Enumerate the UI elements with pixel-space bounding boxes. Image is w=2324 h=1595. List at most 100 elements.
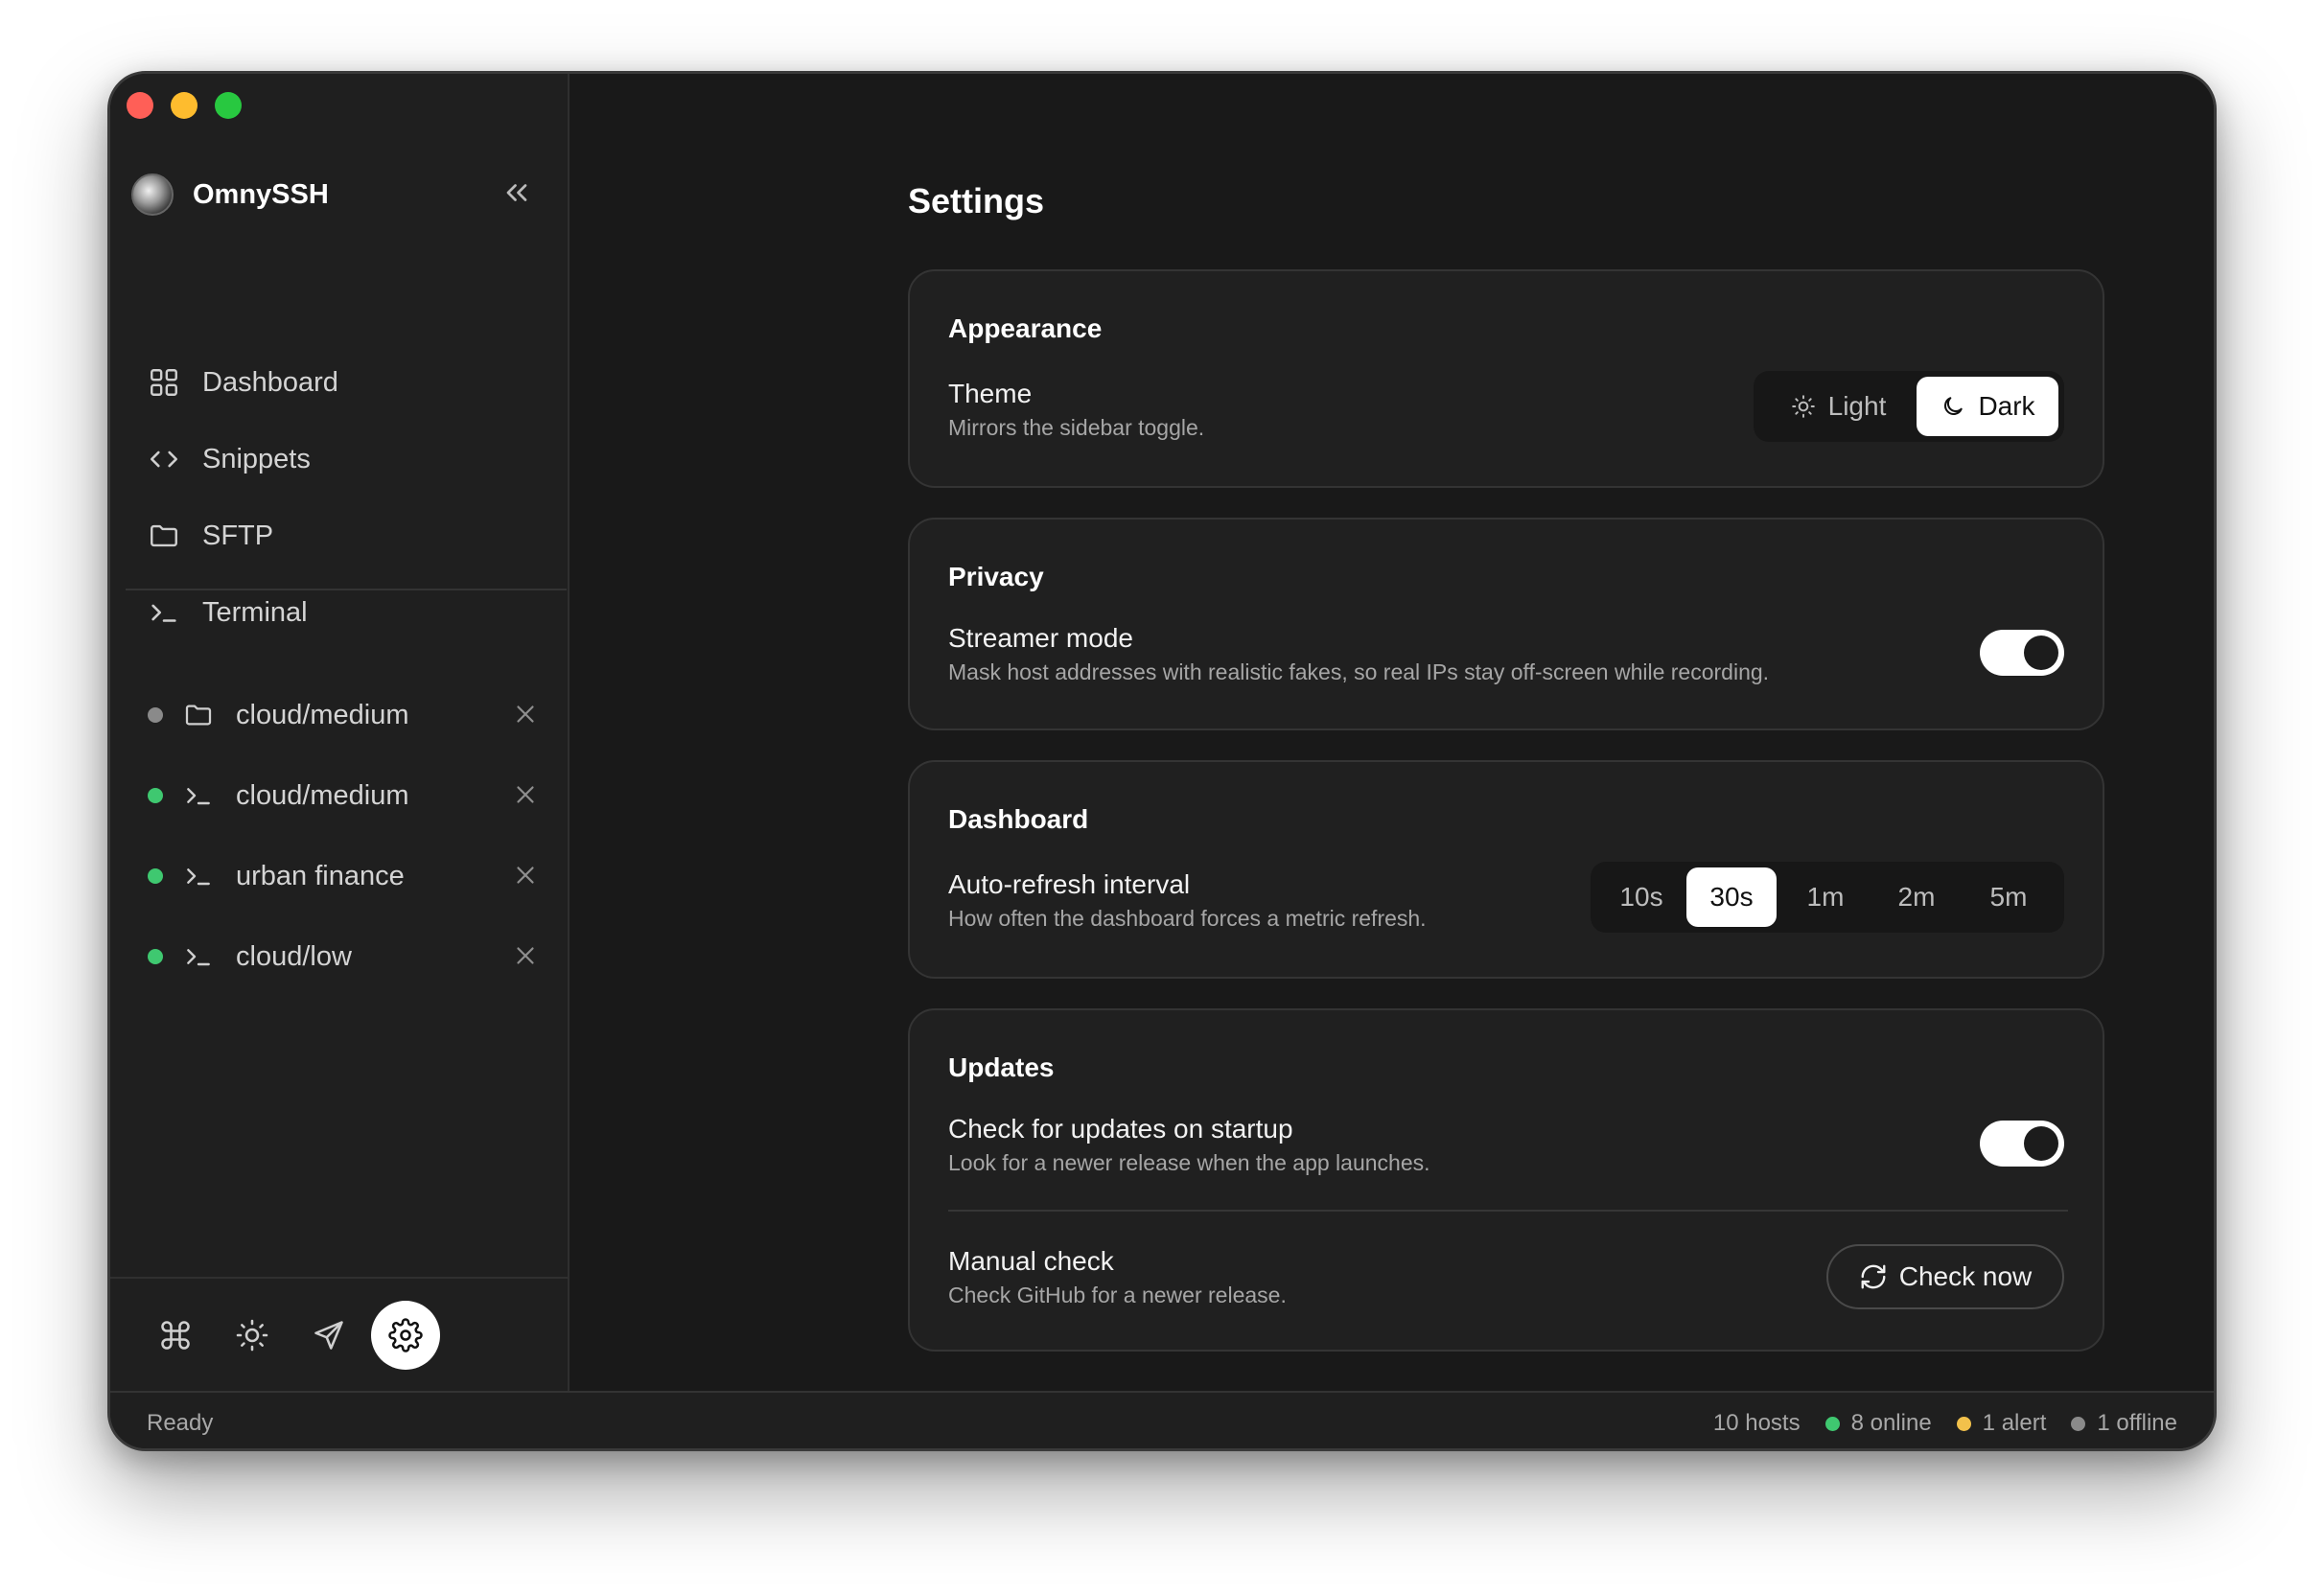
offline-dot [2071, 1416, 2086, 1431]
row-divider [948, 1210, 2068, 1212]
close-window-button[interactable] [127, 92, 153, 119]
send-icon[interactable] [294, 1301, 363, 1370]
host-stats: 10 hosts 8 online 1 alert 1 offline [1688, 1410, 2177, 1437]
interval-option[interactable]: 1m [1777, 867, 1874, 927]
session-label: cloud/low [236, 940, 352, 972]
sidebar-item-snippets[interactable]: Snippets [131, 421, 549, 497]
terminal-icon [182, 779, 215, 812]
zoom-window-button[interactable] [215, 92, 242, 119]
terminal-icon [147, 595, 181, 630]
settings-main: Settings Appearance Theme Mirrors the si… [569, 74, 2214, 1391]
theme-dark-label: Dark [1978, 391, 2035, 421]
status-bar: Ready 10 hosts 8 online 1 alert 1 offlin… [110, 1391, 2214, 1448]
session-list: cloud/medium cloud/medium urban finance … [131, 675, 549, 997]
toggle-knob [2024, 636, 2058, 670]
manual-check-description: Check GitHub for a newer release. [948, 1283, 1287, 1307]
session-label: cloud/medium [236, 699, 409, 730]
hosts-count-text: 10 hosts [1712, 1410, 1801, 1436]
session-status-dot [148, 949, 163, 964]
privacy-card: Privacy Streamer mode Mask host addresse… [908, 518, 2104, 730]
app-logo [131, 173, 174, 216]
refresh-interval-description: How often the dashboard forces a metric … [948, 906, 1427, 931]
sidebar-item-dashboard[interactable]: Dashboard [131, 344, 549, 421]
sidebar-nav: Dashboard Snippets SFTP Terminal [131, 344, 549, 651]
alert-dot [1956, 1416, 1971, 1431]
close-icon[interactable] [511, 780, 540, 809]
terminal-icon [182, 940, 215, 973]
minimize-window-button[interactable] [171, 92, 198, 119]
dashboard-card: Dashboard Auto-refresh interval How ofte… [908, 760, 2104, 979]
check-now-button[interactable]: Check now [1826, 1244, 2064, 1309]
gear-icon[interactable] [371, 1301, 440, 1370]
theme-light-label: Light [1827, 391, 1887, 421]
streamer-mode-toggle[interactable] [1980, 630, 2064, 676]
session-item[interactable]: urban finance [131, 836, 549, 916]
sidebar-item-sftp[interactable]: SFTP [131, 497, 549, 574]
check-now-label: Check now [1898, 1261, 2033, 1291]
theme-segmented-control: Light Dark [1754, 371, 2064, 442]
session-item[interactable]: cloud/medium [131, 675, 549, 755]
sidebar-divider [126, 589, 567, 590]
offline-count: 1 offline [2071, 1410, 2177, 1437]
streamer-mode-description: Mask host addresses with realistic fakes… [948, 659, 1770, 684]
sidebar: OmnySSH Dashboard Snippets SFTP Terminal… [110, 74, 569, 1391]
session-item[interactable]: cloud/medium [131, 755, 549, 836]
interval-option[interactable]: 10s [1596, 867, 1686, 927]
close-icon[interactable] [511, 700, 540, 728]
sidebar-item-label: Terminal [202, 596, 308, 628]
theme-description: Mirrors the sidebar toggle. [948, 415, 1205, 440]
folder-icon [147, 519, 181, 553]
moon-icon [1940, 393, 1966, 420]
card-title: Dashboard [948, 804, 1089, 834]
alert-count-text: 1 alert [1982, 1410, 2047, 1436]
session-label: cloud/medium [236, 779, 409, 811]
card-title: Appearance [948, 313, 1103, 343]
startup-check-description: Look for a newer release when the app la… [948, 1150, 1430, 1175]
refresh-icon [1859, 1262, 1888, 1291]
theme-dark-button[interactable]: Dark [1917, 377, 2058, 436]
sidebar-bottom-divider [110, 1277, 569, 1279]
interval-option[interactable]: 30s [1686, 867, 1777, 927]
appearance-card: Appearance Theme Mirrors the sidebar tog… [908, 269, 2104, 488]
sidebar-toolbar [141, 1301, 448, 1370]
manual-check-label: Manual check [948, 1246, 1114, 1276]
app-name: OmnySSH [193, 178, 329, 210]
session-status-dot [148, 707, 163, 723]
hosts-count: 10 hosts [1713, 1410, 1801, 1437]
sidebar-item-label: SFTP [202, 520, 274, 551]
collapse-sidebar-icon[interactable] [500, 175, 534, 210]
sidebar-item-terminal[interactable]: Terminal [131, 574, 549, 651]
session-status-dot [148, 868, 163, 884]
window-controls [127, 92, 242, 119]
code-icon [147, 442, 181, 476]
session-status-dot [148, 788, 163, 803]
streamer-mode-label: Streamer mode [948, 623, 1133, 653]
brand: OmnySSH [131, 173, 329, 216]
sun-icon[interactable] [218, 1301, 287, 1370]
app-window: OmnySSH Dashboard Snippets SFTP Terminal… [107, 71, 2217, 1451]
status-text: Ready [147, 1410, 214, 1436]
interval-option[interactable]: 2m [1874, 867, 1959, 927]
interval-option[interactable]: 5m [1959, 867, 2058, 927]
alert-count: 1 alert [1956, 1410, 2047, 1437]
online-count-text: 8 online [1850, 1410, 1932, 1436]
sidebar-item-label: Snippets [202, 443, 311, 474]
sidebar-item-label: Dashboard [202, 366, 338, 398]
session-item[interactable]: cloud/low [131, 916, 549, 997]
grid-icon [147, 365, 181, 400]
session-label: urban finance [236, 860, 405, 891]
refresh-interval-segmented-control: 10s 30s 1m 2m 5m [1591, 862, 2064, 933]
startup-check-label: Check for updates on startup [948, 1114, 1293, 1144]
theme-label: Theme [948, 379, 1033, 408]
toggle-knob [2024, 1126, 2058, 1161]
card-title: Updates [948, 1052, 1055, 1082]
close-icon[interactable] [511, 941, 540, 970]
close-icon[interactable] [511, 861, 540, 890]
theme-light-button[interactable]: Light [1759, 377, 1917, 436]
updates-card: Updates Check for updates on startup Loo… [908, 1008, 2104, 1352]
startup-check-toggle[interactable] [1980, 1121, 2064, 1167]
online-dot [1824, 1416, 1840, 1431]
command-icon[interactable] [141, 1301, 210, 1370]
folder-icon [182, 699, 215, 731]
online-count: 8 online [1824, 1410, 1932, 1437]
